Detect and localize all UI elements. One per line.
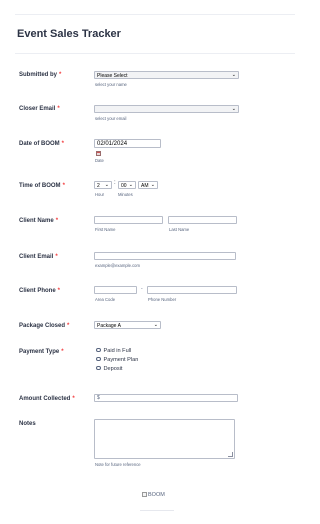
hour-sublabel: Hour [95, 192, 105, 197]
submitted-by-sublabel: select your name [95, 82, 127, 87]
payment-option-payment-plan[interactable]: Payment Plan [96, 356, 139, 363]
ampm-selected: AM [141, 183, 149, 189]
required-asterisk: * [57, 288, 61, 294]
package-closed-select[interactable]: Package A ⌄ [94, 321, 161, 329]
hour-select[interactable]: 2 ⌄ [94, 181, 112, 189]
minutes-selected: 00 [121, 183, 127, 189]
phone-separator: - [141, 286, 143, 292]
submitted-by-label-text: Submitted by [19, 72, 58, 78]
package-closed-label: Package Closed * [19, 323, 69, 329]
footer-divider [140, 510, 174, 511]
phone-number-sublabel: Phone Number [148, 297, 177, 302]
payment-option-label: Payment Plan [103, 357, 139, 363]
required-asterisk: * [62, 183, 65, 189]
date-of-boom-label-text: Date of BOOM [19, 141, 60, 147]
resize-handle-icon[interactable] [228, 452, 233, 457]
client-phone-label: Client Phone * [19, 288, 60, 294]
amount-collected-input[interactable]: $ [94, 394, 238, 402]
closer-email-label-text: Closer Email [19, 106, 56, 112]
first-name-sublabel: First Name [95, 227, 116, 232]
last-name-input[interactable] [168, 216, 237, 224]
chevron-down-icon: ⌄ [150, 182, 155, 188]
payment-option-label: Paid in Full [103, 348, 132, 354]
radio-button[interactable] [96, 347, 101, 353]
notes-label: Notes [19, 421, 36, 427]
client-email-input[interactable] [94, 252, 236, 260]
phone-number-input[interactable] [147, 286, 237, 294]
closer-email-label: Closer Email * [19, 106, 60, 112]
package-closed-label-text: Package Closed [19, 323, 66, 329]
notes-sublabel: Note for future reference [95, 462, 141, 467]
client-email-sublabel: example@example.com [95, 263, 140, 268]
date-sublabel: Date [95, 158, 104, 163]
required-asterisk: * [61, 141, 65, 147]
boom-image: BOOM [142, 492, 165, 498]
broken-image-icon [142, 492, 147, 498]
payment-type-label-text: Payment Type [19, 349, 60, 355]
required-asterisk: * [72, 396, 75, 402]
client-email-label: Client Email * [19, 254, 58, 260]
date-of-boom-label: Date of BOOM * [19, 141, 64, 147]
client-phone-label-text: Client Phone [19, 288, 56, 294]
payment-type-label: Payment Type * [19, 349, 64, 355]
time-of-boom-label: Time of BOOM * [19, 183, 65, 189]
payment-option-deposit[interactable]: Deposit [96, 365, 123, 372]
chevron-down-icon: ⌄ [231, 72, 236, 78]
chevron-down-icon: ⌄ [104, 182, 109, 188]
payment-option-label: Deposit [103, 366, 123, 372]
radio-button[interactable] [96, 356, 101, 362]
notes-textarea[interactable] [94, 419, 235, 459]
submitted-by-selected: Please Select [97, 73, 128, 79]
required-asterisk: * [55, 218, 59, 224]
minutes-select[interactable]: 00 ⌄ [118, 181, 136, 189]
client-name-label: Client Name * [19, 218, 58, 224]
required-asterisk: * [61, 349, 64, 355]
date-input[interactable]: 02/01/2024 [94, 139, 161, 148]
required-asterisk: * [55, 254, 58, 260]
minutes-sublabel: Minutes [118, 192, 133, 197]
closer-email-select[interactable]: ⌄ [94, 105, 239, 113]
calendar-icon[interactable] [96, 151, 101, 156]
top-divider [15, 14, 295, 15]
required-asterisk: * [67, 323, 70, 329]
submitted-by-label: Submitted by * [19, 72, 61, 78]
hour-selected: 2 [97, 183, 100, 189]
time-separator: : [114, 180, 116, 186]
area-code-sublabel: Area Code [95, 297, 116, 302]
client-email-label-text: Client Email [19, 254, 54, 260]
ampm-select[interactable]: AM ⌄ [138, 181, 158, 189]
chevron-down-icon: ⌄ [231, 106, 236, 112]
area-code-input[interactable] [94, 286, 137, 294]
amount-collected-label-text: Amount Collected [19, 396, 71, 402]
closer-email-sublabel: select your email [95, 116, 127, 121]
required-asterisk: * [57, 106, 60, 112]
amount-collected-label: Amount Collected * [19, 396, 75, 402]
required-asterisk: * [59, 72, 62, 78]
chevron-down-icon: ⌄ [153, 322, 158, 328]
first-name-input[interactable] [94, 216, 163, 224]
chevron-down-icon: ⌄ [128, 182, 133, 188]
time-of-boom-label-text: Time of BOOM [19, 183, 61, 189]
package-closed-selected: Package A [97, 323, 121, 329]
boom-image-alt: BOOM [148, 492, 165, 498]
payment-option-paid-in-full[interactable]: Paid in Full [96, 347, 132, 354]
last-name-sublabel: Last Name [169, 227, 190, 232]
header-divider [15, 53, 295, 54]
client-name-label-text: Client Name [19, 218, 54, 224]
form-title: Event Sales Tracker [17, 28, 121, 40]
radio-button[interactable] [96, 365, 101, 371]
submitted-by-select[interactable]: Please Select ⌄ [94, 71, 239, 79]
